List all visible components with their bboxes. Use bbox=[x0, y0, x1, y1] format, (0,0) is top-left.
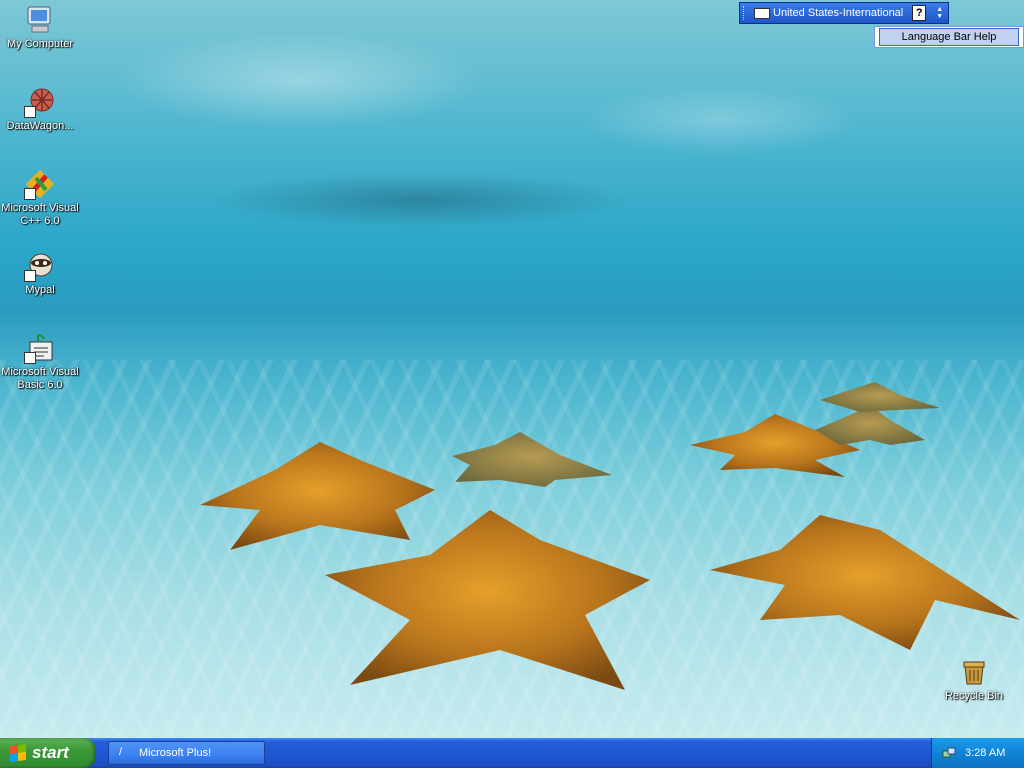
my-computer-icon bbox=[27, 6, 51, 33]
desktop-icon-label: Mypal bbox=[25, 284, 55, 296]
desktop-wallpaper[interactable] bbox=[0, 0, 1024, 738]
desktop-icon-recycle-bin[interactable]: Recycle Bin bbox=[934, 656, 1014, 703]
menu-item-language-bar-help[interactable]: Language Bar Help bbox=[878, 28, 1020, 46]
shortcut-arrow-icon bbox=[24, 106, 36, 118]
grip-handle[interactable] bbox=[743, 6, 748, 20]
shortcut-arrow-icon bbox=[24, 352, 36, 364]
starfish-illustration bbox=[200, 382, 1020, 690]
start-label: start bbox=[32, 743, 69, 762]
microsoft-plus-icon: / bbox=[119, 746, 123, 758]
desktop-icon-label: DataWagon... bbox=[6, 120, 74, 132]
desktop-icon-visual-cpp[interactable]: Microsoft Visual C++ 6.0 bbox=[0, 168, 80, 228]
language-bar[interactable]: United States-International ? ▲ ▼ bbox=[739, 2, 949, 24]
taskbar: start / Microsoft Plus! 3:28 AM bbox=[0, 738, 1024, 768]
shortcut-arrow-icon bbox=[24, 188, 36, 200]
desktop-icon-datawagon[interactable]: DataWagon... bbox=[0, 86, 80, 133]
start-button[interactable]: start bbox=[0, 738, 96, 768]
starfish-left bbox=[200, 442, 435, 550]
network-icon[interactable] bbox=[942, 746, 956, 760]
shortcut-arrow-icon bbox=[24, 270, 36, 282]
desktop-icon-label: My Computer bbox=[6, 38, 74, 50]
windows-logo-icon bbox=[10, 743, 26, 763]
starfish-middle bbox=[452, 432, 612, 487]
system-tray: 3:28 AM bbox=[931, 738, 1024, 768]
language-bar-help-menu: Language Bar Help bbox=[874, 26, 1024, 48]
language-label[interactable]: United States-International bbox=[773, 7, 903, 19]
clock[interactable]: 3:28 AM bbox=[965, 747, 1005, 759]
help-icon[interactable]: ? bbox=[912, 5, 927, 21]
starfish-back-3 bbox=[820, 382, 940, 412]
desktop-icon-visual-basic[interactable]: Microsoft Visual Basic 6.0 bbox=[0, 332, 80, 392]
options-arrow-icon[interactable]: ▲ ▼ bbox=[936, 6, 943, 20]
desktop-icon-mypal[interactable]: Mypal bbox=[0, 250, 80, 297]
desktop-icon-label: Microsoft Visual C++ 6.0 bbox=[1, 202, 79, 227]
desktop-icon-my-computer[interactable]: My Computer bbox=[0, 4, 80, 51]
starfish-front bbox=[325, 510, 650, 690]
keyboard-icon bbox=[754, 7, 770, 19]
recycle-bin-icon bbox=[963, 661, 985, 685]
desktop-icon-label: Microsoft Visual Basic 6.0 bbox=[1, 366, 79, 391]
desktop-icon-label: Recycle Bin bbox=[944, 690, 1004, 702]
taskbar-button-label: Microsoft Plus! bbox=[139, 747, 212, 759]
taskbar-button-microsoft-plus[interactable]: / Microsoft Plus! bbox=[108, 741, 265, 765]
starfish-right bbox=[710, 515, 1020, 650]
